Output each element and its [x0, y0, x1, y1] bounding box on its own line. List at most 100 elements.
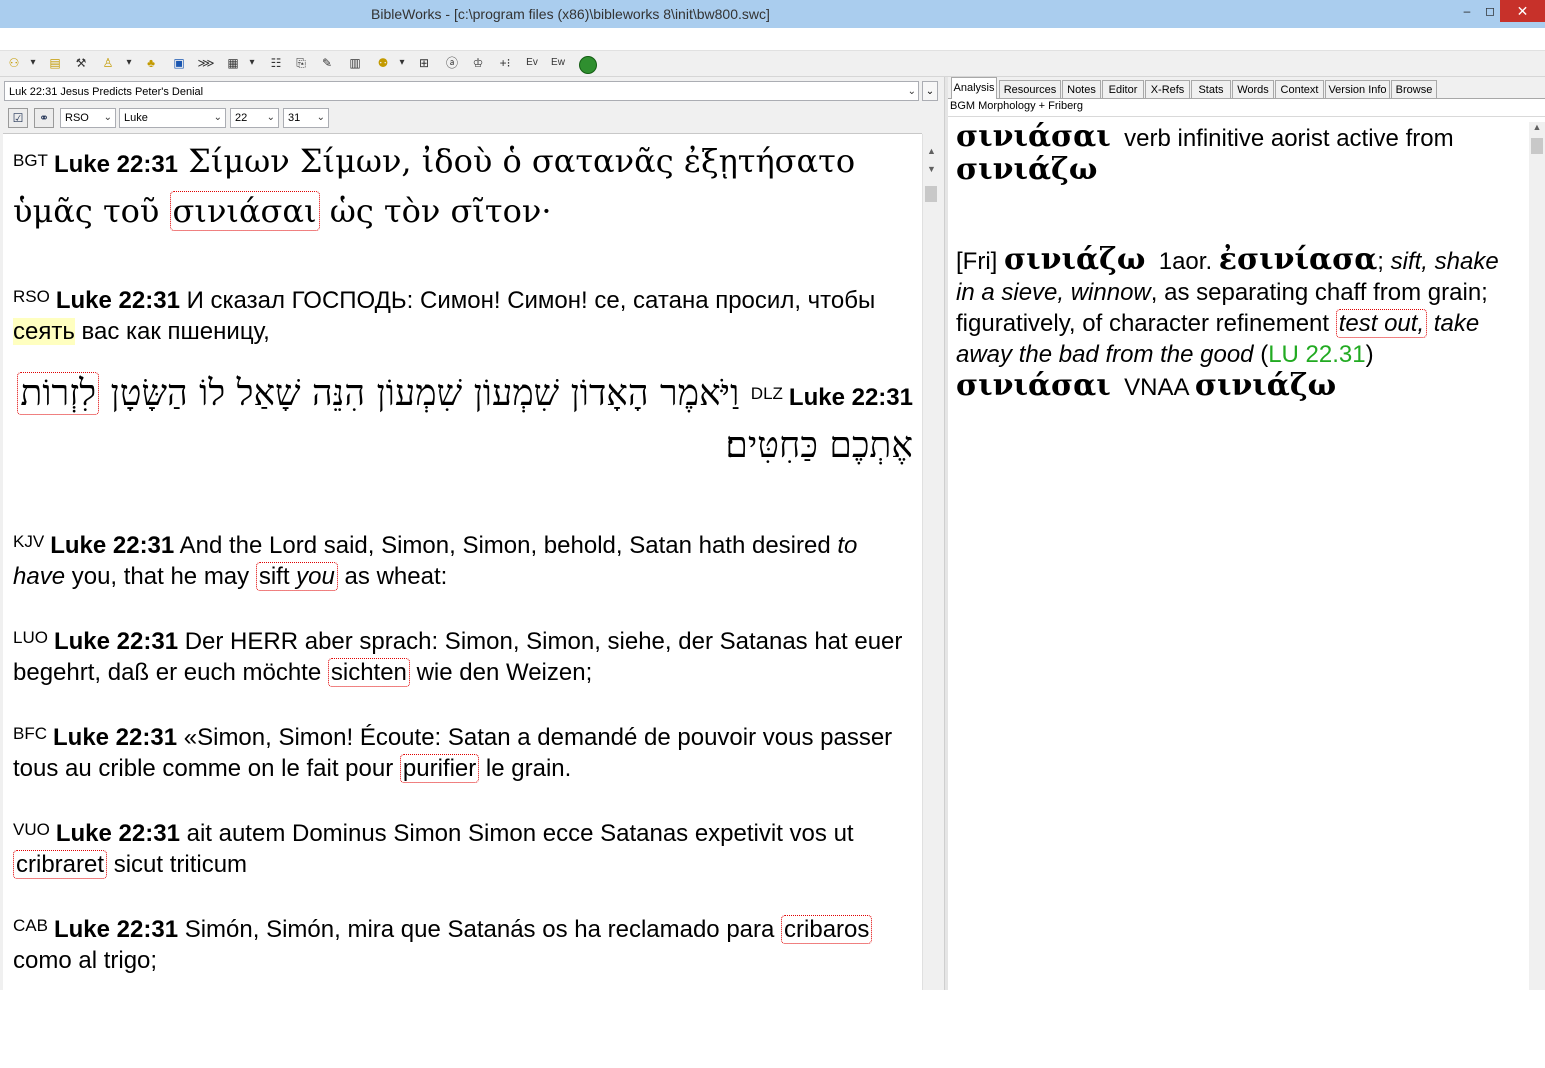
chevron-down-icon: ⌄: [103, 112, 112, 123]
dropdown-arrow-icon[interactable]: ▾: [247, 54, 257, 72]
highlighted-word[interactable]: σινιάσαι: [169, 191, 320, 231]
text-icon[interactable]: ⓐ: [443, 54, 461, 72]
columns-icon[interactable]: ☷: [267, 54, 285, 72]
verse-text: Simón, Simón, mira que Satanás os ha rec…: [184, 916, 775, 943]
dropdown-arrow-icon[interactable]: ▾: [124, 54, 134, 72]
chapter-select[interactable]: 22 ⌄: [230, 108, 279, 128]
verse-luo: LUO Luke 22:31 Der HERR aber sprach: Simo…: [13, 622, 913, 688]
user-down-icon[interactable]: ♙: [100, 54, 116, 72]
version-select[interactable]: RSO ⌄: [60, 108, 116, 128]
bible-text-pane: Luk 22:31 Jesus Predicts Peter's Denial …: [0, 77, 944, 1068]
windows-icon[interactable]: ▣: [170, 54, 188, 72]
highlighted-word[interactable]: purifier: [399, 754, 480, 783]
greek-lemma[interactable]: σινιάζω: [1195, 368, 1336, 403]
verse-ref: Luke 22:31: [53, 916, 179, 943]
analysis-scrollbar[interactable]: ▲: [1529, 122, 1545, 990]
close-button[interactable]: ✕: [1500, 0, 1545, 22]
version-label: VUO: [13, 820, 50, 839]
separator: ;: [1377, 248, 1384, 275]
users-icon[interactable]: ⚇: [6, 54, 22, 72]
morph-code: VNAA: [1124, 374, 1189, 401]
parse-text: verb infinitive aorist active from: [1124, 125, 1454, 152]
printer-icon[interactable]: ▥: [346, 54, 364, 72]
version-label: KJV: [13, 532, 45, 551]
layout-icon[interactable]: ⊞: [415, 54, 433, 72]
browse-scrollbar[interactable]: ▲ ▼: [922, 134, 940, 990]
tab-analysis[interactable]: Analysis: [951, 77, 997, 99]
tab-words[interactable]: Words: [1232, 80, 1274, 98]
verse-text: וַיֹּאמֶר הָאָדוֹן שִׁמְעוֹן שִׁמְעוֹן ה…: [110, 373, 740, 414]
users-up-icon[interactable]: ⚉: [374, 54, 392, 72]
scripture-link[interactable]: LU 22.31: [1268, 341, 1365, 368]
highlighted-word[interactable]: cribraret: [13, 850, 108, 879]
tab-notes[interactable]: Notes: [1062, 80, 1101, 98]
verse-ref: Luke 22:31: [53, 724, 178, 751]
verse-text: as wheat:: [344, 563, 448, 590]
ew-icon[interactable]: Ew: [548, 54, 568, 72]
user-check-icon[interactable]: ▤: [47, 54, 63, 72]
verse-bgt: BGT Luke 22:31 Σίμων Σίμων, ἰδοὺ ὁ σατανᾶ…: [13, 138, 913, 234]
divider: [948, 116, 1545, 117]
tab-editor[interactable]: Editor: [1102, 80, 1144, 98]
globe-icon[interactable]: [579, 56, 597, 74]
parse-block: σινιάσαι verb infinitive aorist active f…: [956, 121, 1524, 187]
edit-icon[interactable]: ✎: [318, 54, 336, 72]
tools-icon[interactable]: ⚒: [73, 54, 89, 72]
browse-window[interactable]: BGT Luke 22:31 Σίμων Σίμων, ἰδοὺ ὁ σατανᾶ…: [3, 133, 922, 1068]
chevron-down-icon[interactable]: ⌄: [908, 82, 916, 102]
verse-reference-box[interactable]: Luk 22:31 Jesus Predicts Peter's Denial …: [4, 81, 919, 101]
ev-icon[interactable]: Ev: [522, 54, 542, 72]
greek-word[interactable]: σινιάσαι: [956, 368, 1111, 403]
tab-resources[interactable]: Resources: [999, 80, 1061, 98]
tab-xrefs[interactable]: X-Refs: [1145, 80, 1190, 98]
check-icon[interactable]: ☑: [8, 108, 28, 128]
verse-text: you, that he may: [71, 563, 250, 590]
book-select[interactable]: Luke ⌄: [119, 108, 226, 128]
maximize-button[interactable]: ◻: [1478, 0, 1502, 22]
verse-vuo: VUO Luke 22:31 ait autem Dominus Simon Si…: [13, 814, 913, 880]
tab-stats[interactable]: Stats: [1191, 80, 1231, 98]
verse-ref: Luke 22:31: [53, 628, 179, 655]
highlighted-word[interactable]: cribaros: [781, 915, 873, 944]
book-value: Luke: [124, 112, 148, 124]
verse-text: And the Lord said, Simon, Simon, behold,…: [179, 532, 831, 559]
lexicon-entry: [Fri] σινιάζω 1aor. ἐσινίασα; sift, shak…: [956, 244, 1524, 403]
highlighted-word[interactable]: sift you: [255, 562, 338, 591]
verse-ref: Luke 22:31: [50, 532, 175, 559]
scroll-down-icon[interactable]: ▼: [923, 164, 940, 178]
dropdown-arrow-icon[interactable]: ▾: [28, 54, 38, 72]
copy-icon[interactable]: ⎘: [292, 54, 310, 72]
highlighted-word[interactable]: сеять: [13, 318, 75, 345]
highlighted-word[interactable]: sichten: [327, 658, 410, 687]
title-bar: BibleWorks - [c:\program files (x86)\bib…: [0, 0, 1545, 28]
highlighted-definition[interactable]: test out,: [1335, 309, 1428, 338]
grid-icon[interactable]: ▦: [224, 54, 242, 72]
verse-ref: Luke 22:31: [53, 151, 179, 178]
verse-select[interactable]: 31 ⌄: [283, 108, 329, 128]
greek-word[interactable]: σινιάσαι: [956, 119, 1111, 154]
plus-lines-icon[interactable]: +⁝: [495, 54, 515, 72]
dropdown-arrow-icon[interactable]: ▾: [397, 54, 407, 72]
verse-reference: Luk 22:31 Jesus Predicts Peter's Denial: [9, 86, 204, 98]
bell-icon[interactable]: ♣: [143, 54, 159, 72]
pane-menu-button[interactable]: ⌄: [922, 81, 938, 101]
link-icon[interactable]: ⚭: [34, 108, 54, 128]
scroll-thumb[interactable]: [1531, 138, 1543, 154]
scroll-up-icon[interactable]: ▲: [1529, 122, 1545, 136]
verse-kjv: KJV Luke 22:31 And the Lord said, Simon, …: [13, 526, 913, 592]
verse-text: вас как пшеницу,: [81, 318, 270, 345]
tab-version-info[interactable]: Version Info: [1325, 80, 1390, 98]
version-label: DLZ: [750, 384, 783, 403]
aorist-form: ἐσινίασα: [1218, 242, 1378, 277]
tab-browse[interactable]: Browse: [1391, 80, 1437, 98]
scroll-thumb[interactable]: [925, 186, 937, 202]
verse-text: le grain.: [485, 755, 572, 782]
lexicon-tag: [Fri]: [956, 248, 998, 275]
tab-context[interactable]: Context: [1275, 80, 1324, 98]
search-user-icon[interactable]: ♔: [469, 54, 487, 72]
verse-text: אֶתְכֶם כַּחִטִּים׃: [725, 425, 913, 466]
highlighted-word[interactable]: לִזְרוֹת: [17, 372, 100, 415]
arrows-icon[interactable]: ⋙: [197, 54, 215, 72]
scroll-up-icon[interactable]: ▲: [923, 146, 940, 160]
greek-lemma[interactable]: σινιάζω: [956, 152, 1097, 187]
